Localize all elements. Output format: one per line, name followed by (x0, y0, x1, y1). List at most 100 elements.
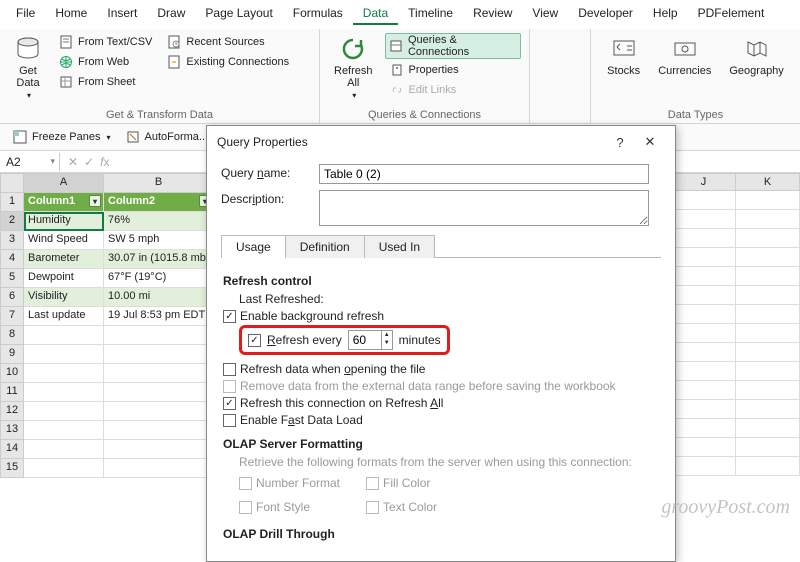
refresh-all-button[interactable]: Refresh All ▾ (328, 33, 379, 107)
cell-b8[interactable] (104, 326, 214, 345)
row-header-9[interactable]: 9 (0, 345, 24, 364)
menu-draw[interactable]: Draw (147, 3, 195, 25)
enable-background-refresh-checkbox[interactable] (223, 310, 236, 323)
menu-view[interactable]: View (522, 3, 568, 25)
autoformat-button[interactable]: AutoForma... (121, 128, 213, 146)
col-header-k[interactable]: K (736, 173, 800, 191)
refresh-every-unit: minutes (399, 333, 441, 347)
select-all-corner[interactable] (0, 173, 24, 193)
cell-b7[interactable]: 19 Jul 8:53 pm EDT (104, 307, 214, 326)
freeze-panes-icon (12, 129, 28, 145)
existing-connections-button[interactable]: Existing Connections (162, 53, 293, 71)
currencies-button[interactable]: Currencies (652, 33, 717, 107)
dialog-close-button[interactable]: ✕ (635, 134, 665, 150)
cell-a2[interactable]: Humidity (24, 212, 104, 231)
dialog-title-text: Query Properties (217, 135, 308, 149)
cell-a8[interactable] (24, 326, 104, 345)
menu-data[interactable]: Data (353, 3, 398, 25)
row-header-3[interactable]: 3 (0, 231, 24, 250)
queries-connections-label: Queries & Connections (408, 34, 517, 58)
refresh-on-open-checkbox[interactable] (223, 363, 236, 376)
geography-button[interactable]: Geography (723, 33, 789, 107)
filter-icon[interactable]: ▾ (89, 195, 101, 207)
group-label-datatypes: Data Types (599, 107, 792, 121)
description-input[interactable] (319, 190, 649, 226)
row-header-10[interactable]: 10 (0, 364, 24, 383)
cell-a4[interactable]: Barometer (24, 250, 104, 269)
cell-b4[interactable]: 30.07 in (1015.8 mb) (104, 250, 214, 269)
cell-b5[interactable]: 67°F (19°C) (104, 269, 214, 288)
stocks-icon (610, 35, 638, 63)
from-sheet-button[interactable]: From Sheet (54, 73, 156, 91)
menu-pdfelement[interactable]: PDFelement (688, 3, 775, 25)
menu-formulas[interactable]: Formulas (283, 3, 353, 25)
queries-connections-button[interactable]: Queries & Connections (385, 33, 521, 59)
col-header-b[interactable]: B (104, 173, 214, 193)
menu-insert[interactable]: Insert (97, 3, 147, 25)
dialog-help-button[interactable]: ? (605, 135, 635, 150)
row-header-2[interactable]: 2 (0, 212, 24, 231)
properties-button[interactable]: Properties (385, 61, 521, 79)
menu-review[interactable]: Review (463, 3, 522, 25)
dialog-tabs: Usage Definition Used In (221, 234, 661, 258)
get-data-button[interactable]: Get Data ▾ (8, 33, 48, 107)
tab-used-in[interactable]: Used In (364, 235, 435, 258)
row-header-11[interactable]: 11 (0, 383, 24, 402)
stocks-button[interactable]: Stocks (601, 33, 646, 107)
edit-links-label: Edit Links (409, 84, 457, 96)
enter-icon: ✓ (84, 155, 94, 169)
row-header-14[interactable]: 14 (0, 440, 24, 459)
fx-icon[interactable]: fx (100, 155, 109, 169)
from-web-button[interactable]: From Web (54, 53, 156, 71)
cell-b6[interactable]: 10.00 mi (104, 288, 214, 307)
connections-icon (166, 54, 182, 70)
freeze-panes-button[interactable]: Freeze Panes▾ (8, 128, 115, 146)
text-file-icon (58, 34, 74, 50)
col-header-a[interactable]: A (24, 173, 104, 193)
table-header-col1[interactable]: Column1▾ (24, 193, 104, 212)
menu-home[interactable]: Home (45, 3, 97, 25)
fast-data-load-checkbox[interactable] (223, 414, 236, 427)
row-header-6[interactable]: 6 (0, 288, 24, 307)
tab-definition[interactable]: Definition (285, 235, 365, 258)
cell-a3[interactable]: Wind Speed (24, 231, 104, 250)
menu-page-layout[interactable]: Page Layout (195, 3, 282, 25)
recent-sources-button[interactable]: Recent Sources (162, 33, 293, 51)
name-box[interactable]: A2 (0, 153, 60, 171)
row-header-1[interactable]: 1 (0, 193, 24, 212)
currencies-icon (671, 35, 699, 63)
row-header-8[interactable]: 8 (0, 326, 24, 345)
table-header-col2[interactable]: Column2▾ (104, 193, 214, 212)
refresh-every-spinner[interactable]: ▲▼ (348, 330, 393, 350)
col-header-j[interactable]: J (672, 173, 736, 191)
spinner-up-icon[interactable]: ▲ (382, 331, 392, 339)
query-name-input[interactable] (319, 164, 649, 184)
section-olap-formatting: OLAP Server Formatting (223, 437, 659, 451)
menu-developer[interactable]: Developer (568, 3, 643, 25)
menu-help[interactable]: Help (643, 3, 688, 25)
cell-a7[interactable]: Last update (24, 307, 104, 326)
refresh-every-input[interactable] (349, 331, 381, 349)
menu-file[interactable]: File (6, 3, 45, 25)
row-header-13[interactable]: 13 (0, 421, 24, 440)
refresh-every-checkbox[interactable] (248, 334, 261, 347)
database-icon (14, 35, 42, 63)
row-header-12[interactable]: 12 (0, 402, 24, 421)
menu-timeline[interactable]: Timeline (398, 3, 463, 25)
row-header-15[interactable]: 15 (0, 459, 24, 478)
group-data-types: Stocks Currencies Geography Data Types (590, 29, 800, 123)
cell-a6[interactable]: Visibility (24, 288, 104, 307)
cell-b3[interactable]: SW 5 mph (104, 231, 214, 250)
row-header-5[interactable]: 5 (0, 269, 24, 288)
row-header-4[interactable]: 4 (0, 250, 24, 269)
spinner-down-icon[interactable]: ▼ (382, 339, 392, 347)
dialog-titlebar[interactable]: Query Properties ? ✕ (207, 126, 675, 158)
row-header-7[interactable]: 7 (0, 307, 24, 326)
tab-usage[interactable]: Usage (221, 235, 286, 258)
cell-b2[interactable]: 76% (104, 212, 214, 231)
cell-a5[interactable]: Dewpoint (24, 269, 104, 288)
refresh-all-checkbox[interactable] (223, 397, 236, 410)
recent-icon (166, 34, 182, 50)
from-text-csv-button[interactable]: From Text/CSV (54, 33, 156, 51)
group-queries-connections: Refresh All ▾ Queries & Connections Prop… (320, 29, 530, 123)
